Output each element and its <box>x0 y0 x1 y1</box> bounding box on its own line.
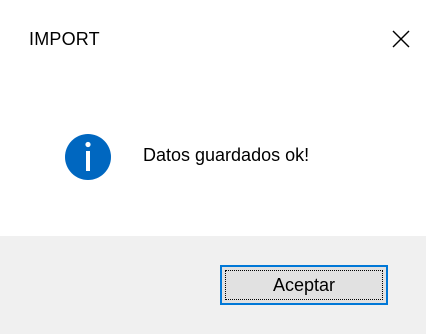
ok-button[interactable]: Aceptar <box>220 265 388 305</box>
ok-button-label: Aceptar <box>272 274 336 295</box>
information-icon <box>65 134 111 180</box>
close-icon <box>392 30 410 48</box>
message-box-dialog: IMPORT Datos guardados ok! Aceptar <box>0 0 426 334</box>
button-bar: Aceptar <box>0 236 426 334</box>
title-bar[interactable]: IMPORT <box>0 0 426 80</box>
close-button[interactable] <box>386 24 416 54</box>
window-title: IMPORT <box>29 29 100 49</box>
message-text: Datos guardados ok! <box>143 145 310 165</box>
message-area: Datos guardados ok! <box>0 80 426 236</box>
